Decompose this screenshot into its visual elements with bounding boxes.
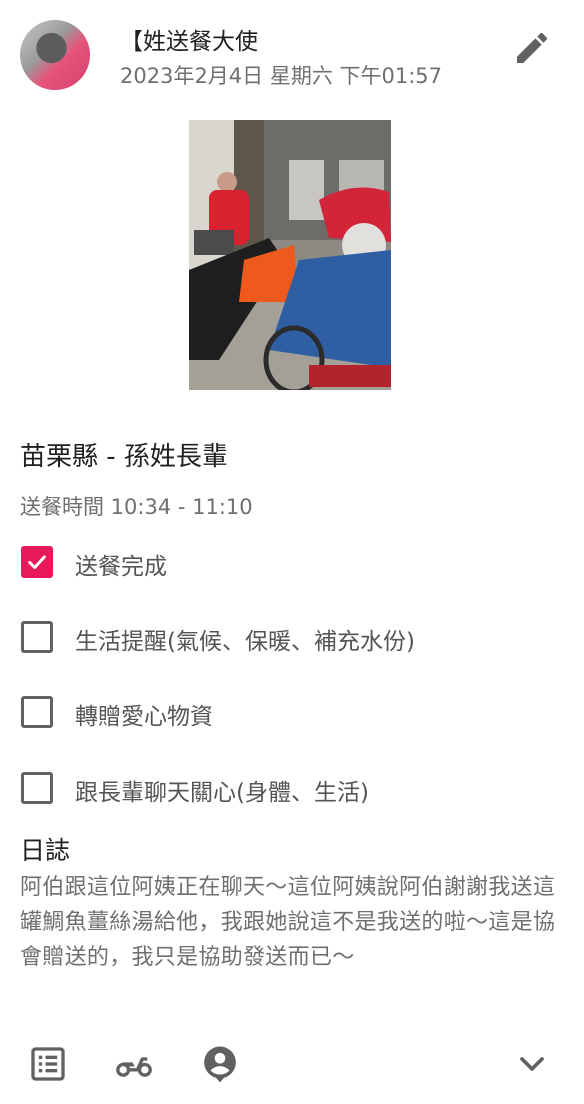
checklist-label: 送餐完成 xyxy=(75,554,167,580)
chevron-down-icon xyxy=(520,1057,544,1071)
log-text: 阿伯跟這位阿姨正在聊天～這位阿姨說阿伯謝謝我送這罐鯛魚薑絲湯給他，我跟她說這不是… xyxy=(20,875,556,970)
checkbox-checked[interactable] xyxy=(21,546,53,578)
checklist-label: 轉贈愛心物資 xyxy=(75,704,213,730)
post-timestamp: 2023年2月4日 星期六 下午01:57 xyxy=(120,64,443,88)
pencil-icon xyxy=(517,32,548,63)
author-name: 【姓送餐大使 xyxy=(120,29,258,55)
list-icon xyxy=(31,1047,65,1081)
log-heading: 日誌 xyxy=(20,836,71,865)
checklist-item-donated-supplies[interactable]: 轉贈愛心物資 xyxy=(0,684,584,740)
checklist-item-life-reminder[interactable]: 生活提醒(氣候、保暖、補充水份) xyxy=(0,609,584,665)
expand-button[interactable] xyxy=(512,1044,552,1084)
person-pin-icon xyxy=(204,1046,236,1083)
checklist-label: 生活提醒(氣候、保暖、補充水份) xyxy=(75,629,415,655)
bottom-toolbar xyxy=(0,1030,584,1104)
checkbox[interactable] xyxy=(21,696,53,728)
edit-button[interactable] xyxy=(512,28,552,68)
scooter-icon xyxy=(116,1057,152,1077)
delivery-photo[interactable] xyxy=(189,120,391,390)
delivery-time: 送餐時間 10:34 - 11:10 xyxy=(20,495,253,519)
profile-button[interactable] xyxy=(200,1044,240,1084)
photo-image xyxy=(189,120,391,390)
post-header: 【姓送餐大使 2023年2月4日 星期六 下午01:57 xyxy=(0,0,584,110)
checkbox[interactable] xyxy=(21,621,53,653)
avatar[interactable] xyxy=(20,20,90,90)
checklist-label: 跟長輩聊天關心(身體、生活) xyxy=(75,780,369,806)
checklist-item-chat-care[interactable]: 跟長輩聊天關心(身體、生活) xyxy=(0,760,584,816)
scooter-button[interactable] xyxy=(114,1044,154,1084)
checkmark-icon xyxy=(28,555,46,569)
checkbox[interactable] xyxy=(21,772,53,804)
checklist-item-delivery-done[interactable]: 送餐完成 xyxy=(0,534,584,590)
list-button[interactable] xyxy=(28,1044,68,1084)
recipient-title: 苗栗縣 - 孫姓長輩 xyxy=(20,442,228,472)
